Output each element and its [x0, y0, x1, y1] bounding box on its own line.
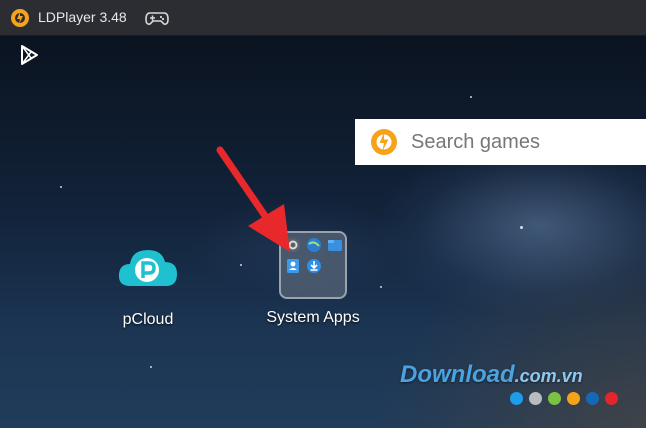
play-store-icon[interactable]	[18, 44, 40, 66]
file-manager-icon	[328, 240, 342, 251]
title-bar: LDPlayer 3.48	[0, 0, 646, 36]
watermark-dot	[510, 392, 523, 405]
watermark-dot	[605, 392, 618, 405]
star	[150, 366, 152, 368]
watermark-dot	[567, 392, 580, 405]
star	[470, 96, 472, 98]
app-pcloud[interactable]: pCloud	[110, 242, 186, 329]
search-placeholder: Search games	[411, 131, 540, 153]
browser-icon	[307, 238, 321, 252]
star	[520, 226, 523, 229]
watermark-dot	[529, 392, 542, 405]
window-title: LDPlayer 3.48	[38, 9, 127, 25]
ldplayer-search-logo-icon	[371, 129, 397, 155]
contacts-icon	[287, 259, 299, 273]
pcloud-icon	[118, 250, 177, 286]
red-arrow-icon	[216, 146, 290, 252]
star	[380, 286, 382, 288]
app-label-system-apps: System Apps	[266, 309, 360, 326]
android-home-screen: Search games pCloud System Apps Download…	[0, 36, 646, 428]
gamepad-icon[interactable]	[145, 9, 169, 27]
ldplayer-logo-icon	[11, 9, 29, 27]
watermark-domain: .com.vn	[514, 366, 583, 386]
search-games-bar[interactable]: Search games	[355, 119, 646, 165]
watermark-text: Download	[400, 361, 515, 388]
star	[60, 186, 62, 188]
watermark-dot	[586, 392, 599, 405]
watermark-dots	[510, 392, 624, 410]
app-label-pcloud: pCloud	[122, 311, 174, 328]
star	[240, 264, 242, 266]
watermark-dot	[548, 392, 561, 405]
watermark-logo: Download.com.vn	[400, 361, 583, 389]
downloads-icon	[307, 259, 321, 273]
